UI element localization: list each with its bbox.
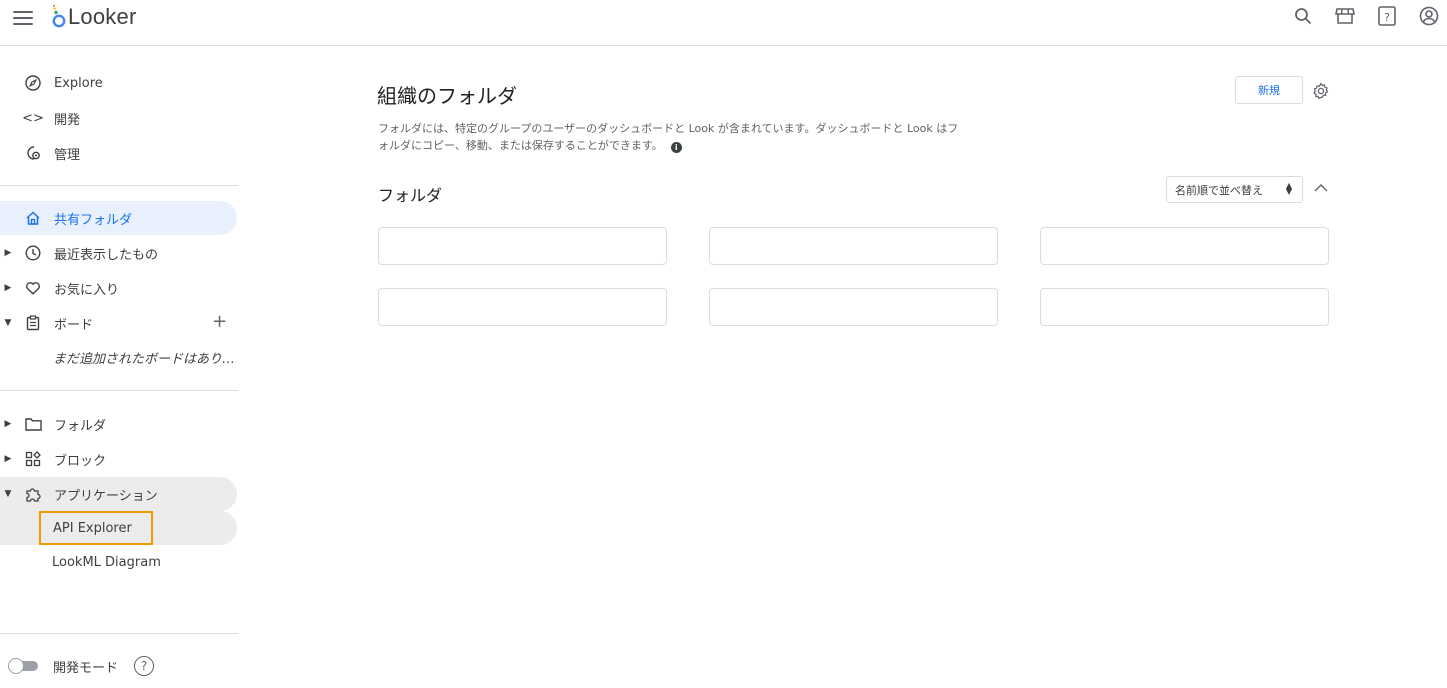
dev-mode-label: 開発モード	[53, 660, 119, 676]
chevron-up-icon[interactable]	[1313, 181, 1329, 195]
sidebar-item-explore[interactable]: Explore	[0, 66, 237, 100]
caret-right-icon[interactable]: ▶	[2, 454, 14, 464]
svg-text:?: ?	[1384, 11, 1390, 24]
sidebar-item-favorites[interactable]: ▶ お気に入り	[0, 271, 237, 305]
folder-card[interactable]	[709, 227, 998, 265]
caret-right-icon[interactable]: ▶	[2, 283, 14, 293]
sidebar-item-label: 最近表示したもの	[54, 247, 159, 263]
sidebar-item-label: 共有フォルダ	[54, 212, 133, 228]
sidebar-item-applications[interactable]: ▼ アプリケーション	[0, 477, 237, 511]
boards-empty-text: まだ追加されたボードはあり…	[53, 352, 236, 367]
sidebar-item-label: アプリケーション	[54, 488, 158, 504]
account-icon[interactable]	[1418, 5, 1440, 27]
section-title: フォルダ	[378, 186, 443, 205]
sidebar-item-label: ブロック	[54, 453, 107, 469]
clock-icon	[24, 244, 42, 262]
info-icon[interactable]: i	[670, 142, 682, 153]
dev-mode-control: 開発モード ?	[8, 656, 155, 676]
help-icon[interactable]: ?	[1376, 5, 1398, 27]
folder-icon	[24, 415, 42, 433]
sidebar-item-folders[interactable]: ▶ フォルダ	[0, 407, 237, 441]
top-bar: Looker ?	[0, 0, 1447, 46]
marketplace-icon[interactable]	[1334, 5, 1356, 27]
dev-mode-toggle[interactable]	[8, 658, 40, 674]
board-icon	[24, 314, 42, 332]
sidebar-item-label: 管理	[54, 147, 81, 163]
looker-logo-mark-icon	[52, 4, 66, 28]
puzzle-icon	[24, 485, 42, 503]
search-icon[interactable]	[1292, 5, 1314, 27]
new-button[interactable]: 新規	[1235, 76, 1303, 104]
sidebar-item-admin[interactable]: 管理	[0, 136, 237, 170]
blocks-icon	[24, 450, 42, 468]
folder-card[interactable]	[709, 288, 998, 326]
folder-card[interactable]	[1040, 288, 1329, 326]
heart-icon	[24, 279, 42, 297]
caret-right-icon[interactable]: ▶	[2, 248, 14, 258]
folder-card[interactable]	[378, 227, 667, 265]
sidebar-item-api-explorer[interactable]: API Explorer	[39, 511, 153, 545]
sidebar-item-label: フォルダ	[54, 418, 107, 434]
sidebar-item-label: Explore	[54, 75, 103, 91]
sort-select-value: 名前順で並べ替え	[1175, 183, 1263, 197]
menu-icon[interactable]	[13, 11, 33, 25]
sidebar-item-shared-folders[interactable]: 共有フォルダ	[0, 201, 237, 235]
description-line: ォルダにコピー、移動、または保存することができます。	[378, 139, 663, 152]
sort-select[interactable]: 名前順で並べ替え ▲ ▼	[1166, 176, 1303, 203]
caret-right-icon[interactable]: ▶	[2, 419, 14, 429]
folder-card[interactable]	[378, 288, 667, 326]
sidebar: Explore <> 開発 管理 共有フォルダ ▶ 最近表示したもの ▶ お気に…	[0, 47, 238, 688]
page-title: 組織のフォルダ	[377, 84, 517, 108]
description-line: フォルダには、特定のグループのユーザーのダッシュボードと Look が含まれてい…	[378, 122, 959, 135]
code-icon: <>	[22, 110, 44, 126]
admin-icon	[24, 144, 42, 162]
sidebar-item-label: お気に入り	[54, 282, 120, 298]
looker-logo[interactable]: Looker	[52, 2, 136, 32]
sidebar-item-blocks[interactable]: ▶ ブロック	[0, 442, 237, 476]
home-icon	[24, 209, 42, 227]
updown-arrow-icon: ▲ ▼	[1285, 181, 1292, 196]
compass-icon	[24, 74, 42, 92]
add-board-button[interactable]: +	[212, 311, 227, 332]
sidebar-item-label: 開発	[54, 112, 81, 128]
app-name: Looker	[68, 4, 137, 29]
caret-down-icon[interactable]: ▼	[2, 489, 14, 499]
sidebar-item-recent[interactable]: ▶ 最近表示したもの	[0, 236, 237, 270]
sidebar-item-label: ボード	[54, 317, 94, 333]
help-circle-icon[interactable]: ?	[134, 656, 155, 676]
sidebar-item-lookml-diagram[interactable]: LookML Diagram	[52, 555, 161, 570]
sidebar-divider	[0, 185, 238, 186]
sidebar-divider	[0, 633, 238, 634]
sidebar-item-boards[interactable]: ▼ ボード	[0, 306, 237, 340]
sidebar-item-develop[interactable]: <> 開発	[0, 101, 237, 135]
sidebar-divider	[0, 390, 238, 391]
caret-down-icon[interactable]: ▼	[2, 318, 14, 328]
folder-card[interactable]	[1040, 227, 1329, 265]
gear-icon[interactable]	[1312, 82, 1330, 100]
page-description: フォルダには、特定のグループのユーザーのダッシュボードと Look が含まれてい…	[378, 120, 1048, 154]
